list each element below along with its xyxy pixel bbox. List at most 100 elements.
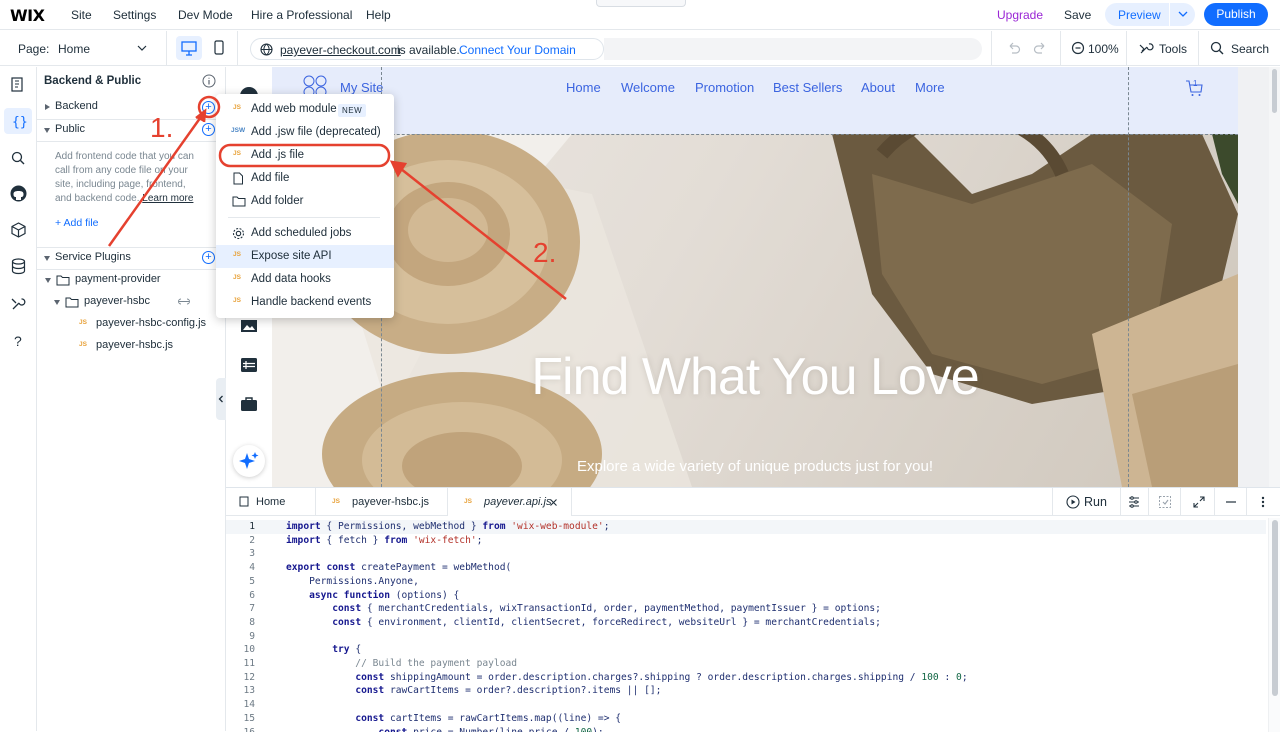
code-line[interactable]: 6 async function (options) { (226, 589, 1266, 603)
editor-scroll-thumb[interactable] (1272, 520, 1278, 696)
zoom-icon[interactable] (1071, 41, 1085, 55)
hero-section[interactable]: Find What You Love Explore a wide variet… (272, 134, 1238, 487)
desktop-view-button[interactable] (176, 36, 202, 60)
add-public-button[interactable]: + (202, 123, 215, 136)
tree-backend[interactable]: Backend + (37, 96, 226, 118)
business-icon[interactable] (240, 396, 258, 412)
mobile-icon[interactable] (212, 40, 226, 56)
tree-file-payever-hsbc-config[interactable]: JS payever-hsbc-config.js (37, 313, 226, 335)
zoom-level[interactable]: 100% (1088, 42, 1119, 56)
github-icon[interactable] (9, 184, 28, 203)
tab-home[interactable]: Home (226, 488, 316, 516)
tree-folder-payever-hsbc[interactable]: payever-hsbc (37, 291, 226, 313)
publish-button[interactable]: Publish (1204, 3, 1268, 26)
code-line[interactable]: 12 const shippingAmount = order.descript… (226, 671, 1266, 685)
expand-icon[interactable] (1192, 495, 1206, 509)
close-icon[interactable] (549, 498, 558, 507)
search-button[interactable]: Search (1231, 42, 1269, 56)
menu-add-file[interactable]: Add file (216, 167, 394, 190)
collapse-panel-button[interactable] (216, 378, 226, 420)
ai-assistant-button[interactable] (233, 445, 265, 477)
hero-title[interactable]: Find What You Love (272, 347, 1238, 407)
code-area[interactable]: 1import { Permissions, webMethod } from … (226, 518, 1266, 732)
menu-help[interactable]: Help (366, 8, 391, 22)
minimize-icon[interactable] (1224, 495, 1238, 509)
wix-logo[interactable]: WIX (10, 6, 44, 25)
code-line[interactable]: 9 (226, 630, 1266, 644)
site-nav-home[interactable]: Home (566, 80, 601, 95)
code-line[interactable]: 14 (226, 698, 1266, 712)
format-icon[interactable] (1127, 495, 1141, 509)
menu-dev-mode[interactable]: Dev Mode (178, 8, 233, 22)
code-line[interactable]: 7 const { merchantCredentials, wixTransa… (226, 602, 1266, 616)
add-service-plugin-button[interactable]: + (202, 251, 215, 264)
cart-button[interactable]: 1 (1184, 78, 1204, 98)
run-button[interactable]: Run (1064, 488, 1124, 516)
menu-add-scheduled-jobs[interactable]: Add scheduled jobs (216, 222, 394, 245)
code-line[interactable]: 8 const { environment, clientId, clientS… (226, 616, 1266, 630)
undo-icon[interactable] (1006, 41, 1022, 55)
tree-service-plugins[interactable]: Service Plugins + (37, 247, 226, 269)
menu-settings[interactable]: Settings (113, 8, 156, 22)
site-nav-about[interactable]: About (861, 80, 895, 95)
menu-hire-professional[interactable]: Hire a Professional (251, 8, 352, 22)
code-line[interactable]: 5 Permissions.Anyone, (226, 575, 1266, 589)
site-nav-welcome[interactable]: Welcome (621, 80, 675, 95)
help-icon[interactable]: ? (9, 331, 28, 350)
add-backend-button[interactable]: + (202, 101, 215, 114)
hero-subtitle[interactable]: Explore a wide variety of unique product… (272, 456, 1238, 478)
menu-add-data-hooks[interactable]: JS Add data hooks (216, 268, 394, 291)
tree-public[interactable]: Public + (37, 119, 226, 141)
menu-site[interactable]: Site (71, 8, 92, 22)
tab-payever-api[interactable]: JS payever.api.js (448, 488, 572, 516)
code-line[interactable]: 2import { fetch } from 'wix-fetch'; (226, 534, 1266, 548)
code-braces-icon[interactable]: {} (9, 112, 28, 131)
tools-icon[interactable] (1138, 41, 1154, 56)
pages-icon[interactable] (9, 76, 28, 95)
code-line[interactable]: 10 try { (226, 643, 1266, 657)
code-line[interactable]: 11 // Build the payment payload (226, 657, 1266, 671)
table-icon[interactable] (240, 357, 258, 373)
connect-domain-link[interactable]: Connect Your Domain (459, 43, 576, 57)
check-code-icon[interactable] (1158, 495, 1172, 509)
menu-expose-site-api[interactable]: JS Expose site API (216, 245, 394, 268)
site-nav-promotion[interactable]: Promotion (695, 80, 754, 95)
add-file-link[interactable]: + Add file (55, 217, 99, 229)
site-nav-best-sellers[interactable]: Best Sellers (773, 80, 842, 95)
tree-folder-payment-provider[interactable]: payment-provider (37, 269, 226, 291)
search-icon[interactable] (1210, 41, 1225, 56)
database-icon[interactable] (9, 257, 28, 276)
menu-add-web-module[interactable]: JS Add web module NEW (216, 98, 394, 121)
info-icon[interactable] (202, 74, 216, 88)
code-line[interactable]: 1import { Permissions, webMethod } from … (226, 520, 1266, 534)
packages-icon[interactable] (9, 221, 28, 240)
menu-add-jsw-file[interactable]: JSW Add .jsw file (deprecated) (216, 121, 394, 144)
tools-button[interactable]: Tools (1159, 42, 1187, 56)
page-select[interactable]: Home (58, 42, 90, 56)
site-header[interactable]: My Site Home Welcome Promotion Best Sell… (272, 67, 1238, 134)
code-line[interactable]: 16 const price = Number(line.price / 100… (226, 726, 1266, 732)
code-line[interactable]: 4export const createPayment = webMethod( (226, 561, 1266, 575)
media-icon[interactable] (240, 318, 258, 334)
developer-tools-icon[interactable] (9, 294, 28, 313)
save-button[interactable]: Save (1064, 8, 1091, 22)
preview-dropdown[interactable] (1169, 3, 1195, 26)
site-logo-text[interactable]: My Site (340, 80, 383, 95)
menu-add-js-file[interactable]: JS Add .js file (216, 144, 394, 167)
canvas-scroll-thumb[interactable] (1272, 69, 1277, 113)
preview-button[interactable]: Preview (1105, 3, 1195, 26)
menu-add-folder[interactable]: Add folder (216, 190, 394, 213)
code-line[interactable]: 3 (226, 547, 1266, 561)
search-icon[interactable] (9, 149, 28, 168)
site-nav-more[interactable]: More (915, 80, 945, 95)
editor-scrollbar[interactable] (1268, 518, 1280, 732)
upgrade-link[interactable]: Upgrade (997, 8, 1043, 22)
tab-payever-hsbc[interactable]: JS payever-hsbc.js (316, 488, 448, 516)
tree-file-payever-hsbc[interactable]: JS payever-hsbc.js (37, 335, 226, 357)
code-line[interactable]: 15 const cartItems = rawCartItems.map((l… (226, 712, 1266, 726)
site-canvas[interactable]: My Site Home Welcome Promotion Best Sell… (272, 67, 1269, 487)
learn-more-link[interactable]: Learn more (142, 193, 193, 204)
redo-icon[interactable] (1032, 41, 1048, 55)
chevron-down-icon[interactable] (136, 43, 148, 53)
code-line[interactable]: 13 const rawCartItems = order?.descripti… (226, 684, 1266, 698)
